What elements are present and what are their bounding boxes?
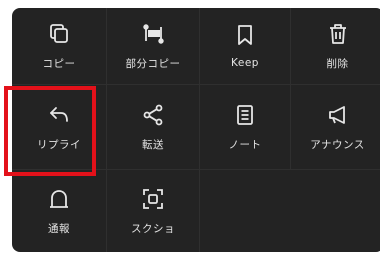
menu-grid: コピー 部分コピー Keep 削除 リプライ 転送 ノート アナウンス 通報 ス…: [12, 8, 380, 252]
menu-item-report[interactable]: 通報: [12, 170, 107, 252]
bookmark-icon: [233, 23, 257, 47]
menu-item-label: コピー: [42, 57, 76, 70]
screenshot-icon: [141, 187, 165, 211]
menu-item-note[interactable]: ノート: [200, 85, 291, 170]
copy-icon: [47, 22, 71, 46]
message-context-menu: コピー 部分コピー Keep 削除 リプライ 転送 ノート アナウンス 通報 ス…: [12, 8, 380, 252]
share-icon: [141, 103, 165, 127]
menu-item-keep[interactable]: Keep: [200, 8, 291, 85]
menu-item-label: ノート: [228, 138, 262, 151]
megaphone-icon: [326, 103, 350, 127]
menu-item-reply[interactable]: リプライ: [12, 85, 107, 170]
menu-item-label: Keep: [231, 57, 259, 69]
menu-item-label: 通報: [48, 222, 70, 235]
partial-copy-icon: [141, 22, 165, 46]
menu-item-forward[interactable]: 転送: [107, 85, 200, 170]
menu-item-partial-copy[interactable]: 部分コピー: [107, 8, 200, 85]
menu-item-label: アナウンス: [310, 138, 365, 151]
alert-icon: [47, 187, 71, 211]
menu-item-label: スクショ: [131, 222, 175, 235]
menu-item-delete[interactable]: 削除: [291, 8, 380, 85]
menu-item-label: 転送: [142, 138, 164, 151]
reply-icon: [47, 103, 71, 127]
menu-item-announce[interactable]: アナウンス: [291, 85, 380, 170]
trash-icon: [326, 22, 350, 46]
note-icon: [233, 103, 257, 127]
menu-item-copy[interactable]: コピー: [12, 8, 107, 85]
menu-item-label: リプライ: [37, 138, 81, 151]
menu-item-label: 部分コピー: [125, 57, 181, 70]
menu-empty-cell: [291, 170, 380, 252]
menu-item-screenshot[interactable]: スクショ: [107, 170, 200, 252]
menu-empty-cell: [200, 170, 291, 252]
menu-item-label: 削除: [326, 57, 349, 70]
